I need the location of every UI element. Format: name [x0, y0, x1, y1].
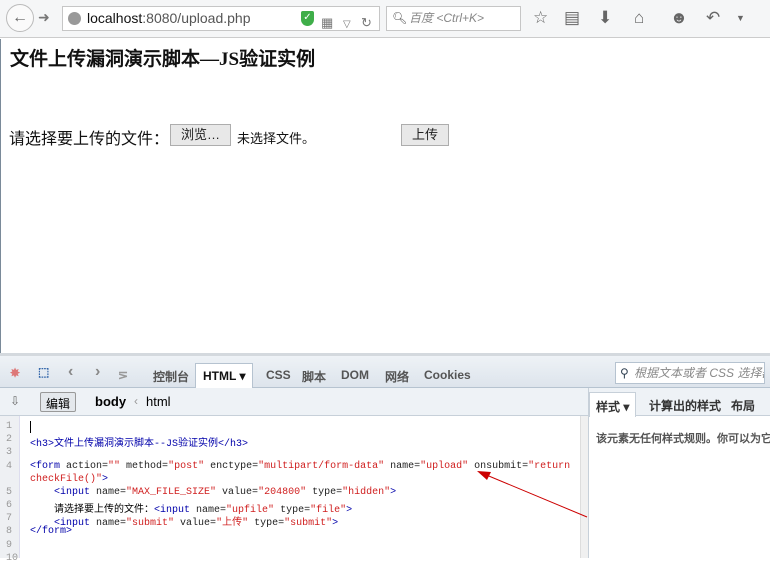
annotation-arrow-line: [483, 473, 588, 518]
annotation-arrow-layer: [477, 471, 588, 518]
annotation-arrowhead-icon: [477, 471, 491, 480]
